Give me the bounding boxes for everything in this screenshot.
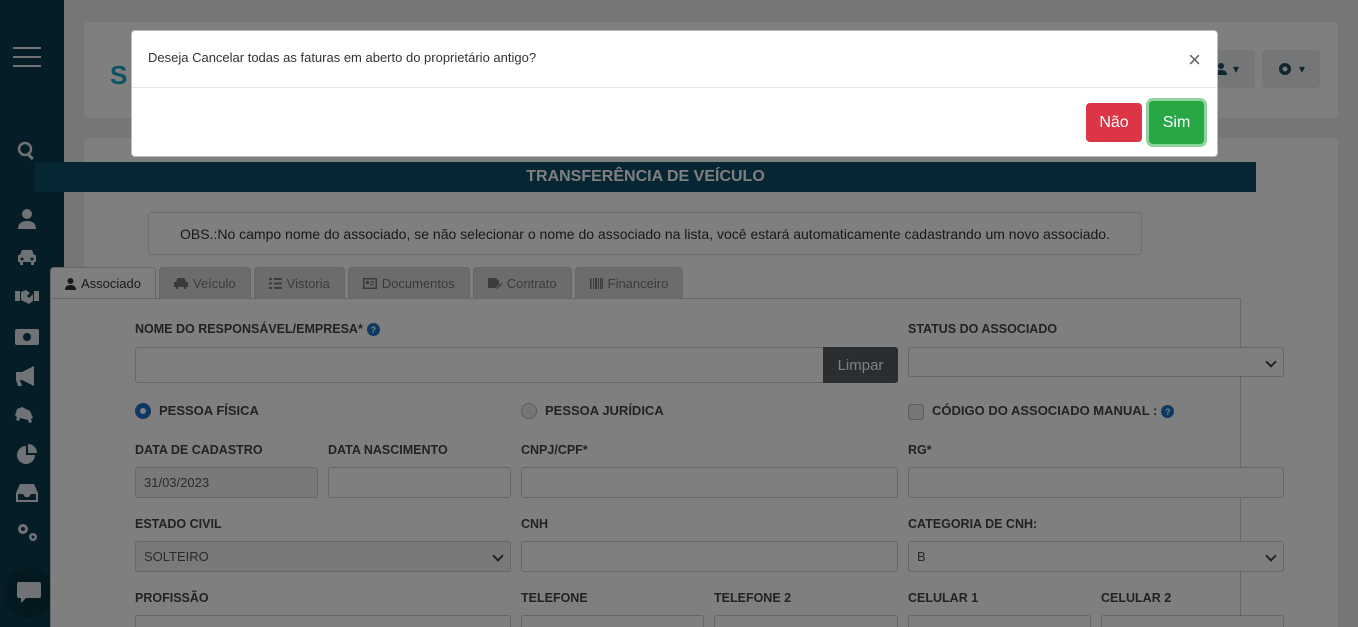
confirm-dialog: Deseja Cancelar todas as faturas em aber… <box>131 30 1218 157</box>
yes-button[interactable]: Sim <box>1149 101 1204 144</box>
dialog-header: Deseja Cancelar todas as faturas em aber… <box>132 31 1217 88</box>
close-icon[interactable]: × <box>1188 49 1201 71</box>
dialog-message: Deseja Cancelar todas as faturas em aber… <box>148 50 537 65</box>
no-button[interactable]: Não <box>1086 103 1142 142</box>
